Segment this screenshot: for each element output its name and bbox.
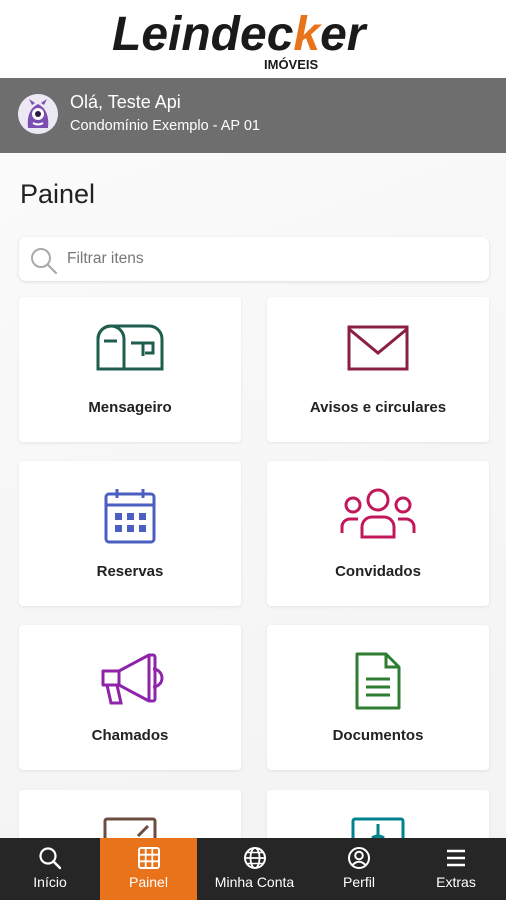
envelope-icon [347, 325, 409, 371]
logo-bar: Leindecker IMÓVEIS [0, 0, 506, 78]
menu-icon [447, 849, 465, 867]
card-documentos[interactable]: Documentos [267, 625, 489, 770]
card-label: Mensageiro [88, 399, 172, 416]
svg-text:IMÓVEIS: IMÓVEIS [264, 57, 319, 72]
user-unit: Condomínio Exemplo - AP 01 [70, 118, 260, 134]
card-label: Convidados [335, 563, 421, 580]
card-chamados[interactable]: Chamados [19, 625, 241, 770]
card-label: Chamados [91, 727, 169, 744]
nav-inicio[interactable]: Início [0, 838, 100, 900]
bottom-nav: Início Painel Minha Conta Perfil Extras [0, 838, 506, 900]
search-bar[interactable] [19, 237, 489, 281]
user-greeting: Olá, Teste Api [70, 92, 181, 112]
card-label: Avisos e circulares [309, 399, 447, 416]
calendar-icon [104, 489, 156, 544]
grid-icon [137, 847, 160, 869]
card-label: Reservas [96, 563, 164, 580]
megaphone-icon [101, 653, 164, 705]
monster-avatar-icon [18, 94, 58, 134]
nav-label: Perfil [343, 874, 375, 890]
card-mensageiro[interactable]: Mensageiro [19, 297, 241, 442]
nav-painel[interactable]: Painel [100, 838, 197, 900]
user-circle-icon [348, 847, 370, 869]
search-icon [31, 248, 58, 275]
card-avisos[interactable]: Avisos e circulares [267, 297, 489, 442]
user-header: Olá, Teste Api Condomínio Exemplo - AP 0… [0, 78, 506, 153]
document-icon [355, 652, 401, 710]
card-item-8[interactable] [267, 790, 489, 839]
card-item-7[interactable] [19, 790, 241, 839]
main-content[interactable]: Painel Mensageiro Avisos e circ [0, 153, 506, 839]
brand-logo: Leindecker IMÓVEIS [112, 8, 368, 72]
nav-label: Início [33, 874, 67, 890]
card-reservas[interactable]: Reservas [19, 461, 241, 606]
card-convidados[interactable]: Convidados [267, 461, 489, 606]
nav-label: Extras [436, 874, 476, 890]
nav-minha-conta[interactable]: Minha Conta [197, 838, 312, 900]
nav-perfil[interactable]: Perfil [312, 838, 406, 900]
card-label: Documentos [332, 727, 424, 744]
globe-icon [243, 847, 266, 869]
avatar[interactable] [18, 94, 58, 134]
nav-label: Minha Conta [214, 874, 295, 890]
svg-text:Leindecker: Leindecker [112, 8, 368, 61]
nav-label: Painel [129, 874, 168, 890]
nav-extras[interactable]: Extras [406, 838, 506, 900]
board-icon [103, 817, 157, 839]
group-icon [340, 488, 416, 539]
page-title: Painel [20, 179, 96, 209]
finance-icon [351, 817, 405, 839]
mailbox-icon [96, 324, 164, 371]
search-icon [39, 847, 62, 870]
search-input[interactable] [67, 237, 477, 281]
